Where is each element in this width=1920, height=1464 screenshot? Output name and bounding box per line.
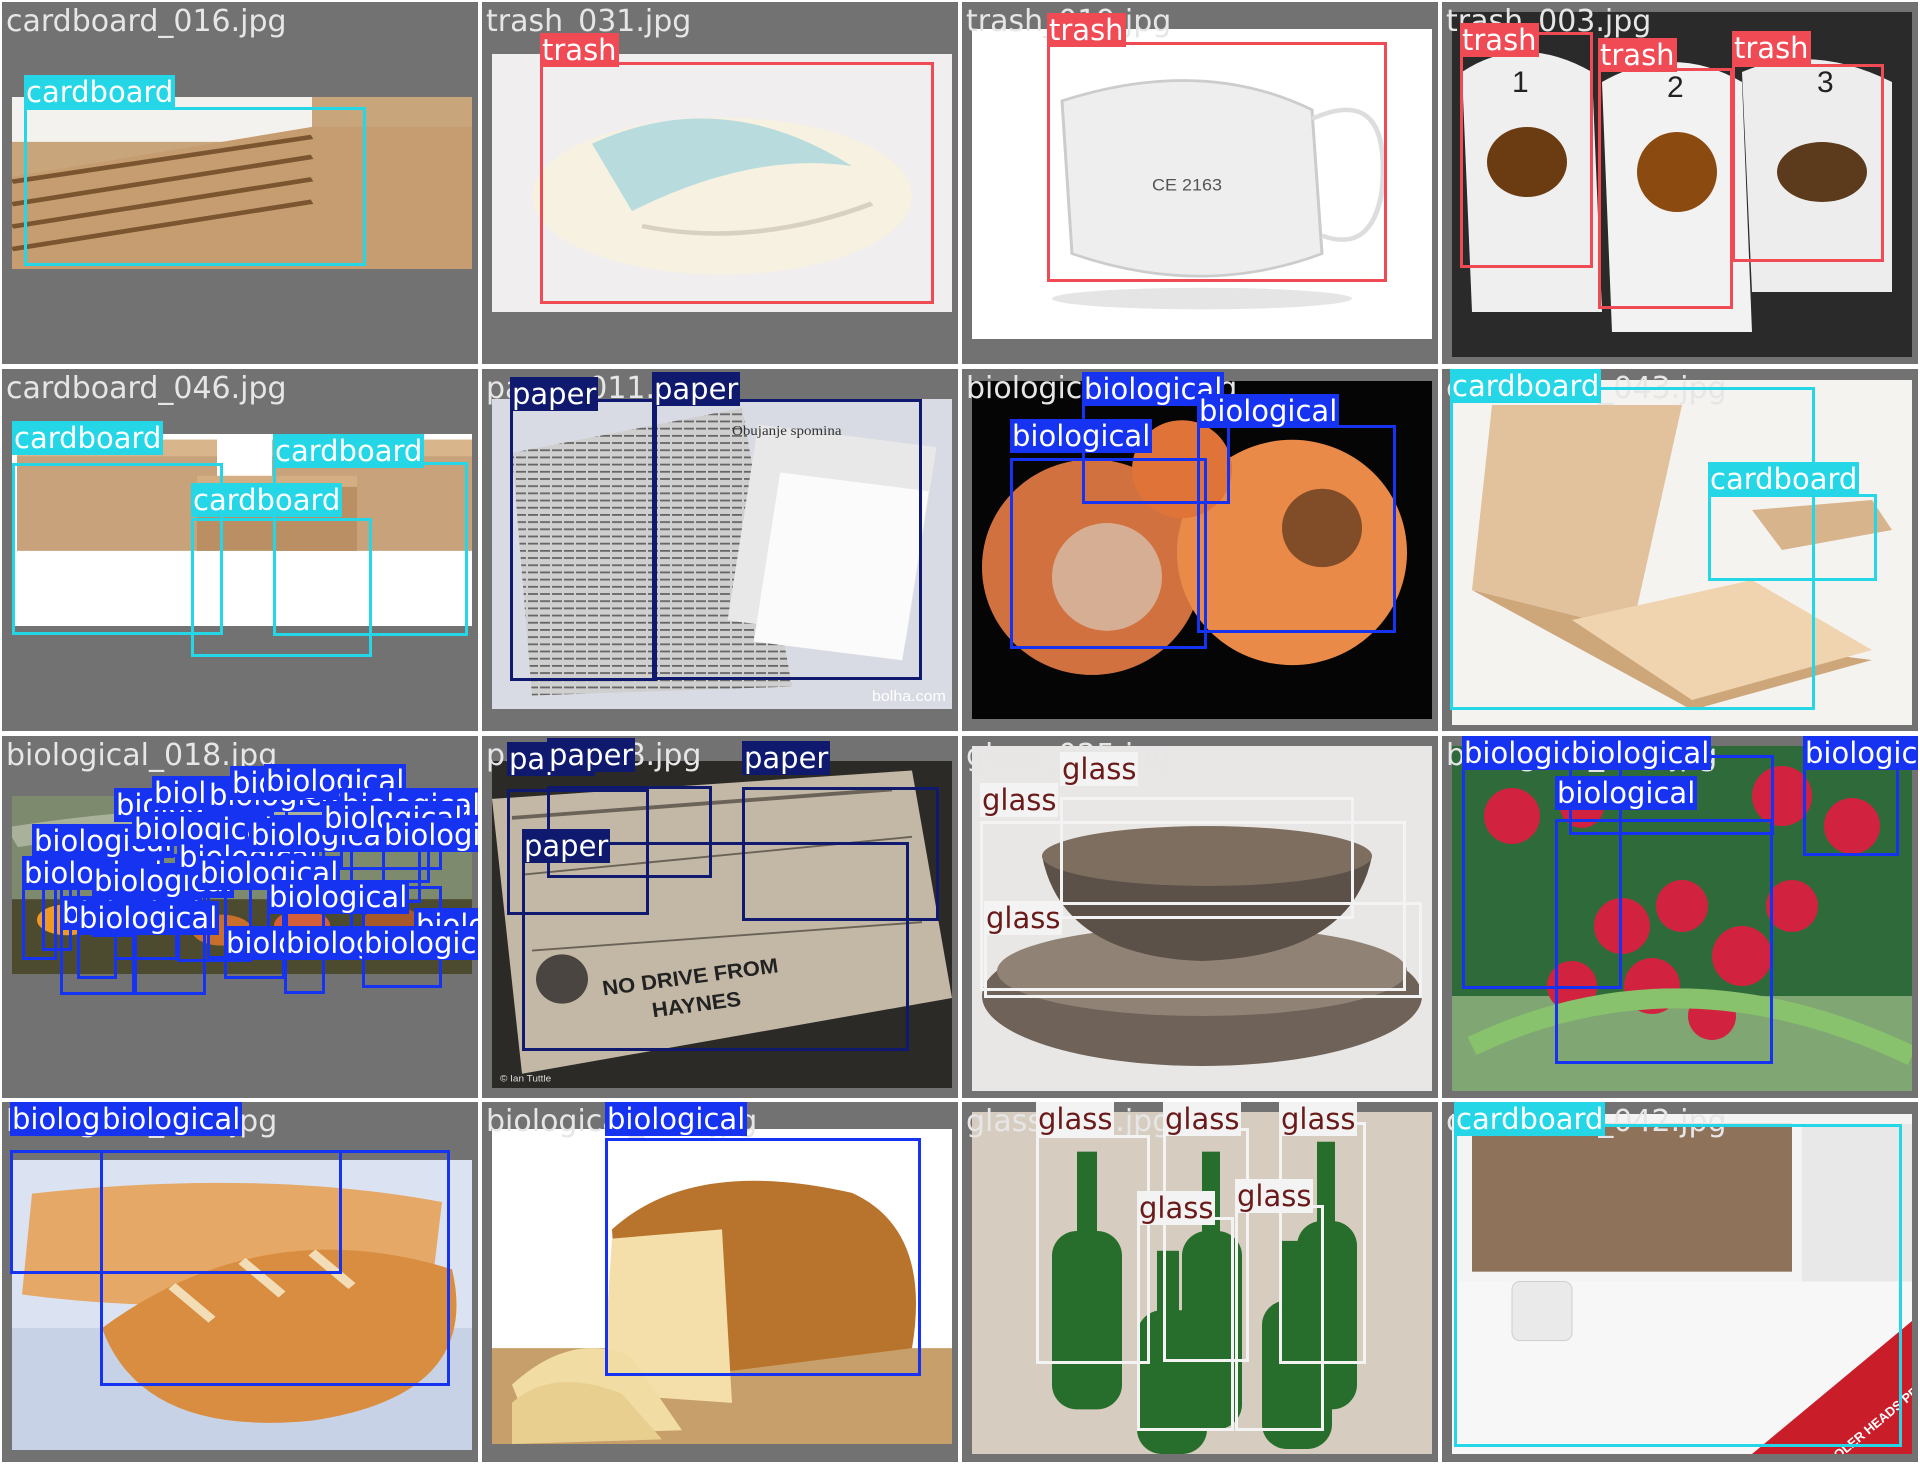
detection-label-trash: trash xyxy=(1047,13,1126,47)
svg-text:bolha.com: bolha.com xyxy=(872,689,946,705)
result-tile: cardboard_046.jpg cardboard cardboard cardb… xyxy=(2,369,478,731)
detection-label-trash: trash xyxy=(1732,31,1811,65)
bounding-box-paper xyxy=(652,399,922,680)
detection-label-glass: glass xyxy=(1060,752,1139,786)
detection-label-glass: glass xyxy=(1137,1191,1216,1225)
detection-label-cardboard: cardboard xyxy=(12,421,164,455)
detection-label-paper: paper xyxy=(652,372,741,406)
bounding-box-biological xyxy=(1555,819,1773,1064)
result-tile: 1 2 3 trash_003.jpg trash trash trash xyxy=(1442,2,1918,364)
result-tile: CE 2163trash_019.jpgtrash xyxy=(962,2,1438,364)
detection-label-cardboard: cardboard xyxy=(24,75,176,109)
detection-label-glass: glass xyxy=(980,783,1059,817)
result-tile: bolha.comObujanje spominapaper_011.jpgpa… xyxy=(482,369,958,731)
bounding-box-trash xyxy=(1047,42,1387,282)
detection-label-biological: biological xyxy=(100,1102,243,1136)
detection-label-biological: biological xyxy=(1197,394,1340,428)
detection-label-biological: biological xyxy=(1803,736,1918,770)
detection-label-biological: biological xyxy=(267,880,410,914)
bounding-box-trash xyxy=(540,62,934,304)
bounding-box-glass xyxy=(1036,1135,1150,1364)
result-tile: glass_011.jpgglassglassglassglassglass xyxy=(962,1102,1438,1462)
detection-label-cardboard: cardboard xyxy=(273,434,425,468)
detection-label-paper: paper xyxy=(510,377,599,411)
detection-label-trash: trash xyxy=(1598,38,1677,72)
detection-label-paper: paper xyxy=(742,741,831,775)
result-tile: biological_030.jpgbiologicalbiologicalbi… xyxy=(1442,736,1918,1098)
result-tile: biological_024.jpgbiologicalbiologicalbi… xyxy=(962,369,1438,731)
detection-label-cardboard: cardboard xyxy=(1450,369,1602,403)
detection-label-glass: glass xyxy=(984,901,1063,935)
bounding-box-cardboard xyxy=(1708,494,1877,581)
result-tile: biological_018.jpg biological biological bi… xyxy=(2,736,478,1098)
detection-label-biological: biological xyxy=(1010,419,1153,453)
result-tile: NO DRIVE FROMHAYNES© Ian Tuttlepaper_008… xyxy=(482,736,958,1098)
result-tile: biological_031.jpgbiological xyxy=(482,1102,958,1462)
detection-label-trash: trash xyxy=(540,33,619,67)
bounding-box-glass xyxy=(1235,1205,1324,1431)
bounding-box-trash xyxy=(1732,64,1884,262)
result-tile: biological_025.jpgbiologicalbiological xyxy=(2,1102,478,1462)
bounding-box-biological xyxy=(100,1150,450,1386)
bounding-box-glass xyxy=(1137,1217,1234,1431)
detection-label-paper: paper xyxy=(522,829,611,863)
image-filename: cardboard_046.jpg xyxy=(6,371,287,406)
result-tile: COOLER HEADS PREVAILcardboard_042.jpgcar… xyxy=(1442,1102,1918,1462)
detection-label-biological: biological xyxy=(1555,776,1698,810)
detection-label-glass: glass xyxy=(1235,1179,1314,1213)
bounding-box-trash xyxy=(1460,32,1593,268)
result-tile: trash_031.jpg trash xyxy=(482,2,958,364)
detection-results-grid: cardboard_016.jpg cardboard trash_031.jpg t… xyxy=(0,0,1920,1464)
detection-label-glass: glass xyxy=(1163,1102,1242,1136)
detection-label-biological: biological xyxy=(382,818,478,852)
detection-label-paper: paper xyxy=(547,738,636,772)
svg-text:© Ian Tuttle: © Ian Tuttle xyxy=(500,1074,551,1085)
detection-label-biological: biological xyxy=(605,1102,748,1136)
bounding-box-paper xyxy=(510,399,657,681)
detection-label-cardboard: cardboard xyxy=(191,483,343,517)
result-tile: glass_025.jpgglassglassglass xyxy=(962,736,1438,1098)
bounding-box-cardboard xyxy=(191,518,372,657)
detection-label-biological: biological xyxy=(77,901,220,935)
detection-label-cardboard: cardboard xyxy=(1708,462,1860,496)
bounding-box-biological xyxy=(1197,425,1396,633)
detection-label-biological: biological xyxy=(1569,736,1712,770)
result-tile: cardboard_016.jpg cardboard xyxy=(2,2,478,364)
detection-label-trash: trash xyxy=(1460,23,1539,57)
result-tile: cardboard_043.jpgcardboardcardboard xyxy=(1442,369,1918,731)
bounding-box-cardboard xyxy=(24,107,366,266)
detection-label-glass: glass xyxy=(1036,1102,1115,1136)
image-filename: cardboard_016.jpg xyxy=(6,4,287,39)
detection-label-biological: biological xyxy=(362,926,478,960)
bounding-box-glass xyxy=(1060,797,1354,919)
bounding-box-biological xyxy=(605,1138,921,1376)
detection-label-cardboard: cardboard xyxy=(1454,1102,1606,1136)
bounding-box-cardboard xyxy=(1454,1124,1902,1447)
detection-label-glass: glass xyxy=(1279,1102,1358,1136)
bounding-box-trash xyxy=(1598,68,1733,309)
bounding-box-paper xyxy=(522,842,909,1051)
